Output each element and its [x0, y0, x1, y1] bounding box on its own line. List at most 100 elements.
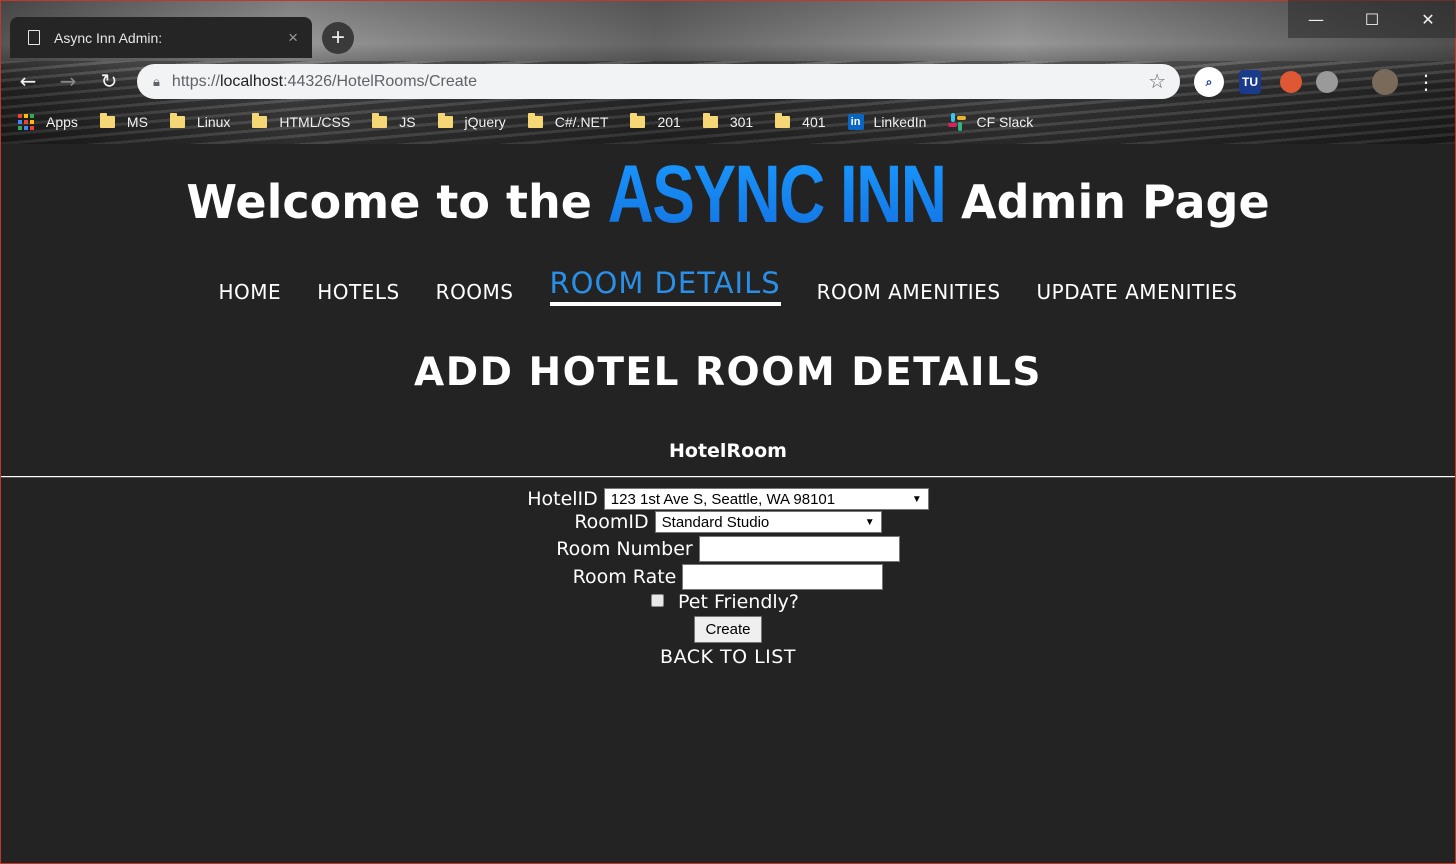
room-number-row: Room Number: [1, 536, 1455, 562]
hotel-id-label: HotelID: [527, 488, 598, 510]
nav-room-amenities[interactable]: ROOM AMENITIES: [817, 280, 1001, 306]
linkedin-icon: in: [847, 114, 864, 130]
room-id-value: Standard Studio: [661, 513, 770, 531]
url-scheme: https://: [171, 72, 220, 90]
divider: [1, 476, 1455, 478]
forward-arrow-icon[interactable]: →: [54, 67, 82, 95]
page-content: Welcome to the ASYNC INN Admin Page HOME…: [0, 144, 1456, 864]
nav-home[interactable]: HOME: [219, 280, 282, 306]
folder-icon: [169, 113, 185, 128]
bookmark-label: JS: [399, 114, 416, 130]
pet-friendly-label: Pet Friendly?: [678, 591, 799, 613]
nav-rooms[interactable]: ROOMS: [436, 280, 514, 306]
reload-icon[interactable]: ↻: [95, 67, 123, 95]
brand-logo: ASYNC INN: [607, 149, 947, 240]
bookmark-apps[interactable]: Apps: [18, 114, 78, 130]
bookmark-label: LinkedIn: [873, 114, 927, 130]
bookmark-201[interactable]: 201: [630, 113, 681, 130]
bookmark-linkedin[interactable]: in LinkedIn: [847, 114, 927, 130]
page-title: ADD HOTEL ROOM DETAILS: [414, 350, 1042, 395]
minimize-button[interactable]: —: [1288, 0, 1344, 38]
site-header: Welcome to the ASYNC INN Admin Page: [1, 148, 1455, 242]
room-rate-input[interactable]: [682, 564, 884, 590]
bookmark-label: Linux: [196, 114, 231, 130]
tab-title: Async Inn Admin:: [54, 29, 163, 46]
browser-toolbar: ← → ↻ 🔒︎ https:// localhost :44326/Hotel…: [0, 59, 1456, 103]
bookmark-cf-slack[interactable]: CF Slack: [948, 113, 1033, 131]
room-id-row: RoomID Standard Studio ▼: [1, 511, 1455, 533]
url-path: :44326/HotelRooms/Create: [283, 72, 477, 90]
pet-friendly-checkbox[interactable]: [651, 593, 664, 607]
hotel-id-row: HotelID 123 1st Ave S, Seattle, WA 98101…: [1, 488, 1455, 510]
hotel-id-select[interactable]: 123 1st Ave S, Seattle, WA 98101 ▼: [603, 488, 929, 510]
bookmark-label: 401: [802, 114, 826, 130]
folder-icon: [99, 113, 115, 128]
create-row: Create: [1, 616, 1455, 643]
hotel-id-value: 123 1st Ave S, Seattle, WA 98101: [610, 490, 836, 508]
bookmark-linux[interactable]: Linux: [169, 113, 231, 130]
site-nav: HOME HOTELS ROOMS ROOM DETAILS ROOM AMEN…: [1, 266, 1455, 306]
slack-icon: [948, 113, 967, 131]
folder-icon: [372, 113, 388, 128]
browser-tab[interactable]: Async Inn Admin: ×: [10, 17, 312, 58]
bookmark-label: HTML/CSS: [279, 114, 351, 130]
bookmark-label: jQuery: [464, 114, 506, 130]
folder-icon: [702, 113, 718, 128]
window-controls: — ☐ ✕: [1288, 0, 1456, 38]
extension-bar: ⌕ TU ⋮: [1194, 67, 1436, 97]
bookmark-401[interactable]: 401: [775, 113, 826, 130]
tab-close-icon[interactable]: ×: [288, 28, 298, 48]
section-label: HotelRoom: [669, 440, 787, 462]
apps-grid-icon: [18, 114, 34, 130]
room-number-label: Room Number: [556, 538, 693, 560]
bookmark-label: MS: [126, 114, 148, 130]
bookmark-ms[interactable]: MS: [99, 113, 148, 130]
bookmark-label: 301: [729, 114, 754, 130]
bookmark-csharp-net[interactable]: C#/.NET: [527, 113, 609, 130]
address-bar[interactable]: 🔒︎ https:// localhost :44326/HotelRooms/…: [137, 64, 1180, 99]
duckduckgo-icon[interactable]: [1280, 71, 1302, 93]
kebab-menu-icon[interactable]: ⋮: [1416, 70, 1436, 94]
bookmark-js[interactable]: JS: [372, 113, 416, 130]
welcome-prefix: Welcome to the: [186, 175, 592, 229]
bookmark-label: C#/.NET: [554, 114, 609, 130]
folder-icon: [630, 113, 646, 128]
back-to-list-link[interactable]: BACK TO LIST: [660, 646, 796, 668]
bookmark-301[interactable]: 301: [702, 113, 754, 130]
room-id-select[interactable]: Standard Studio ▼: [654, 511, 882, 533]
nav-hotels[interactable]: HOTELS: [317, 280, 399, 306]
bookmark-label: 201: [657, 114, 681, 130]
url-host: localhost: [219, 72, 284, 90]
lock-icon: 🔒︎: [153, 73, 160, 89]
page-icon: [28, 30, 40, 45]
pet-friendly-row: Pet Friendly?: [1, 591, 1455, 613]
nav-room-details[interactable]: ROOM DETAILS: [549, 266, 781, 306]
folder-icon: [775, 113, 791, 128]
room-number-input[interactable]: [698, 536, 900, 562]
folder-icon: [252, 113, 268, 128]
profile-avatar[interactable]: [1372, 69, 1398, 95]
back-row: BACK TO LIST: [1, 646, 1455, 668]
dropdown-caret-icon: ▼: [911, 493, 922, 505]
gray-extension-icon[interactable]: [1316, 71, 1338, 93]
room-rate-label: Room Rate: [572, 566, 677, 588]
room-id-label: RoomID: [574, 511, 649, 533]
bookmark-label: CF Slack: [976, 114, 1034, 130]
bookmarks-bar: Apps MS Linux HTML/CSS JS jQuery C#/.NET…: [0, 110, 1456, 134]
new-tab-button[interactable]: +: [322, 22, 354, 54]
room-rate-row: Room Rate: [1, 564, 1455, 590]
nav-update-amenities[interactable]: UPDATE AMENITIES: [1037, 280, 1238, 306]
bookmark-html-css[interactable]: HTML/CSS: [252, 113, 351, 130]
search-extension-icon[interactable]: ⌕: [1194, 67, 1224, 97]
folder-icon: [527, 113, 543, 128]
close-window-button[interactable]: ✕: [1400, 0, 1456, 38]
bookmark-label: Apps: [46, 114, 78, 130]
maximize-button[interactable]: ☐: [1344, 0, 1400, 38]
back-arrow-icon[interactable]: ←: [14, 67, 42, 95]
tu-extension-icon[interactable]: TU: [1239, 70, 1261, 94]
bookmark-jquery[interactable]: jQuery: [437, 113, 506, 130]
bookmark-star-icon[interactable]: ☆: [1148, 69, 1166, 94]
create-button[interactable]: Create: [694, 616, 762, 643]
welcome-suffix: Admin Page: [961, 175, 1270, 229]
folder-icon: [437, 113, 453, 128]
